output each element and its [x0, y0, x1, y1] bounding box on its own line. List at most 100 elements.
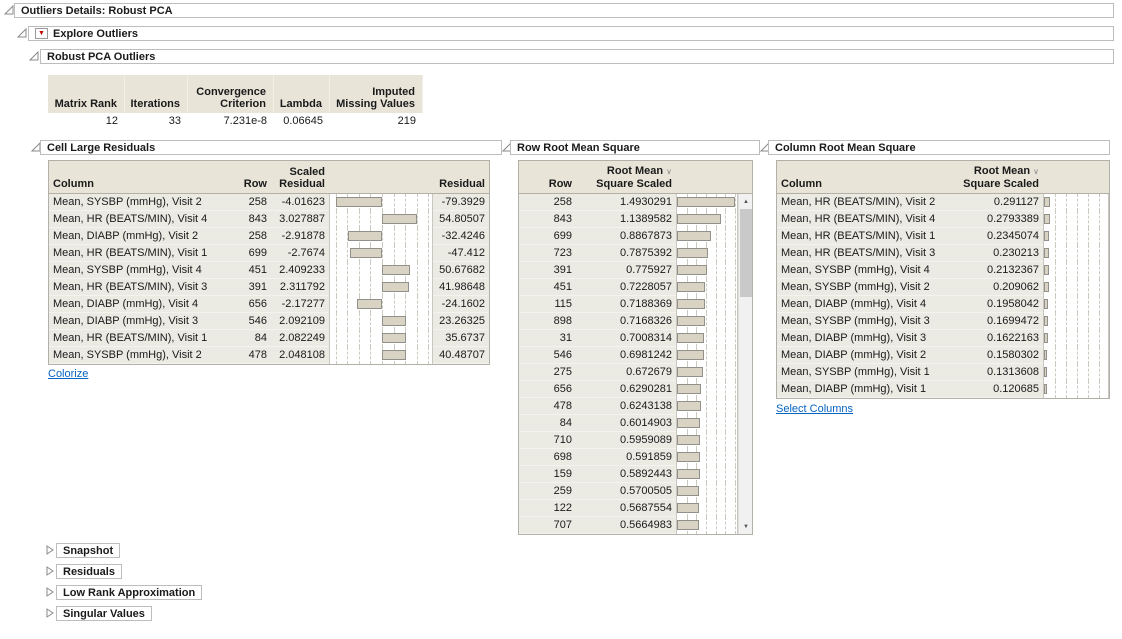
table-row[interactable]: Mean, SYSBP (mmHg), Visit 20.209062: [777, 279, 1109, 296]
select-columns-link[interactable]: Select Columns: [776, 403, 853, 415]
table-row[interactable]: 1590.5892443: [519, 466, 752, 483]
gridline: [1055, 330, 1056, 347]
gridline: [735, 466, 736, 483]
red-triangle-menu-button[interactable]: ▼: [35, 28, 48, 39]
table-row[interactable]: 4780.6243138: [519, 398, 752, 415]
table-row[interactable]: 2590.5700505: [519, 483, 752, 500]
gridline: [405, 228, 406, 245]
table-row[interactable]: 7230.7875392: [519, 245, 752, 262]
table-row[interactable]: Mean, SYSBP (mmHg), Visit 2258-4.01623-7…: [49, 194, 489, 211]
collapsed-panel-residuals[interactable]: Residuals: [56, 564, 122, 579]
table-row[interactable]: 7070.5664983: [519, 517, 752, 534]
table-row[interactable]: Mean, SYSBP (mmHg), Visit 44512.40923350…: [49, 262, 489, 279]
table-row[interactable]: 2750.672679: [519, 364, 752, 381]
column-header[interactable]: [676, 161, 752, 193]
table-row[interactable]: Mean, HR (BEATS/MIN), Visit 48433.027887…: [49, 211, 489, 228]
column-header[interactable]: ScaledResidual: [271, 161, 329, 193]
outline-outliers-details[interactable]: Outliers Details: Robust PCA: [14, 3, 1114, 18]
gridline: [1099, 228, 1100, 245]
outline-explore-outliers[interactable]: ▼ Explore Outliers: [28, 26, 1114, 41]
panel-title-cell-large-residuals[interactable]: Cell Large Residuals: [40, 140, 502, 155]
table-row[interactable]: 1150.7188369: [519, 296, 752, 313]
table-row[interactable]: Mean, SYSBP (mmHg), Visit 24782.04810840…: [49, 347, 489, 364]
gridline: [1088, 194, 1089, 211]
table-row[interactable]: Mean, SYSBP (mmHg), Visit 40.2132367: [777, 262, 1109, 279]
outline-robust-pca-outliers[interactable]: Robust PCA Outliers: [40, 49, 1114, 64]
table-row[interactable]: 6560.6290281: [519, 381, 752, 398]
table-row[interactable]: 6980.591859: [519, 449, 752, 466]
table-row[interactable]: 4510.7228057: [519, 279, 752, 296]
collapsed-panel-low-rank-approximation[interactable]: Low Rank Approximation: [56, 585, 202, 600]
column-header[interactable]: Root Mean∨Square Scaled: [947, 161, 1043, 193]
column-header[interactable]: [329, 161, 433, 193]
gridline: [716, 415, 717, 432]
scroll-up-button[interactable]: ▲: [739, 194, 753, 209]
table-row[interactable]: 8431.1389582: [519, 211, 752, 228]
table-row[interactable]: 6990.8867873: [519, 228, 752, 245]
gridline: [1077, 347, 1078, 364]
disclosure-expanded-icon[interactable]: [4, 5, 14, 15]
sort-chevron-icon[interactable]: ∨: [666, 167, 672, 176]
disclosure-collapsed-icon[interactable]: [45, 587, 55, 597]
column-header[interactable]: [1043, 161, 1109, 193]
table-row[interactable]: Mean, HR (BEATS/MIN), Visit 1699-2.7674-…: [49, 245, 489, 262]
panel-title-row-root-mean-square[interactable]: Row Root Mean Square: [510, 140, 760, 155]
gridline: [336, 279, 337, 296]
column-header[interactable]: Row: [519, 161, 576, 193]
column-header[interactable]: Column: [777, 161, 947, 193]
table-cell: 699: [225, 245, 271, 262]
table-row[interactable]: Mean, DIABP (mmHg), Visit 30.1622163: [777, 330, 1109, 347]
gridline: [725, 330, 726, 347]
disclosure-collapsed-icon[interactable]: [45, 608, 55, 618]
disclosure-collapsed-icon[interactable]: [45, 566, 55, 576]
table-row[interactable]: Mean, DIABP (mmHg), Visit 4656-2.17277-2…: [49, 296, 489, 313]
disclosure-expanded-icon[interactable]: [29, 51, 39, 61]
value-bar: [677, 435, 700, 445]
table-row[interactable]: Mean, DIABP (mmHg), Visit 40.1958042: [777, 296, 1109, 313]
column-header[interactable]: Root Mean∨Square Scaled: [576, 161, 676, 193]
table-row[interactable]: Mean, SYSBP (mmHg), Visit 10.1313608: [777, 364, 1109, 381]
table-cell: 0.1313608: [947, 364, 1043, 381]
collapsed-panel-singular-values[interactable]: Singular Values: [56, 606, 152, 621]
table-row[interactable]: 7100.5959089: [519, 432, 752, 449]
colorize-link[interactable]: Colorize: [48, 368, 88, 380]
collapsed-panel-snapshot[interactable]: Snapshot: [56, 543, 120, 558]
column-header[interactable]: Column: [49, 161, 225, 193]
table-row[interactable]: Mean, DIABP (mmHg), Visit 2258-2.91878-3…: [49, 228, 489, 245]
table-row[interactable]: 2581.4930291: [519, 194, 752, 211]
table-row[interactable]: 840.6014903: [519, 415, 752, 432]
table-row[interactable]: Mean, SYSBP (mmHg), Visit 30.1699472: [777, 313, 1109, 330]
table-row[interactable]: 3910.775927: [519, 262, 752, 279]
table-cell: 0.2793389: [947, 211, 1043, 228]
scrollbar-thumb[interactable]: [740, 209, 752, 297]
table-row[interactable]: Mean, DIABP (mmHg), Visit 35462.09210923…: [49, 313, 489, 330]
table-row[interactable]: Mean, DIABP (mmHg), Visit 20.1580302: [777, 347, 1109, 364]
table-row[interactable]: 310.7008314: [519, 330, 752, 347]
table-cell: -2.7674: [271, 245, 329, 262]
disclosure-expanded-icon[interactable]: [17, 28, 27, 38]
gridline: [716, 364, 717, 381]
scroll-down-button[interactable]: ▼: [739, 519, 753, 534]
gridline: [347, 330, 348, 347]
column-header[interactable]: Residual: [433, 161, 489, 193]
table-row[interactable]: 1220.5687554: [519, 500, 752, 517]
table-cell: Mean, SYSBP (mmHg), Visit 4: [777, 262, 947, 279]
table-row[interactable]: Mean, HR (BEATS/MIN), Visit 20.291127: [777, 194, 1109, 211]
gridline: [1066, 211, 1067, 228]
table-row[interactable]: Mean, HR (BEATS/MIN), Visit 1842.0822493…: [49, 330, 489, 347]
gridline: [1088, 381, 1089, 398]
table-row[interactable]: Mean, HR (BEATS/MIN), Visit 30.230213: [777, 245, 1109, 262]
table-row[interactable]: 5460.6981242: [519, 347, 752, 364]
column-header[interactable]: Row: [225, 161, 271, 193]
table-row[interactable]: Mean, HR (BEATS/MIN), Visit 10.2345074: [777, 228, 1109, 245]
value-bar: [357, 299, 382, 309]
panel-title-column-root-mean-square[interactable]: Column Root Mean Square: [768, 140, 1110, 155]
disclosure-collapsed-icon[interactable]: [45, 545, 55, 555]
sort-chevron-icon[interactable]: ∨: [1033, 167, 1039, 176]
table-row[interactable]: Mean, HR (BEATS/MIN), Visit 33912.311792…: [49, 279, 489, 296]
table-row[interactable]: Mean, DIABP (mmHg), Visit 10.120685: [777, 381, 1109, 398]
table-row[interactable]: Mean, HR (BEATS/MIN), Visit 40.2793389: [777, 211, 1109, 228]
vertical-scrollbar[interactable]: ▲ ▼: [738, 194, 752, 534]
table-row[interactable]: 8980.7168326: [519, 313, 752, 330]
gridline: [706, 313, 707, 330]
